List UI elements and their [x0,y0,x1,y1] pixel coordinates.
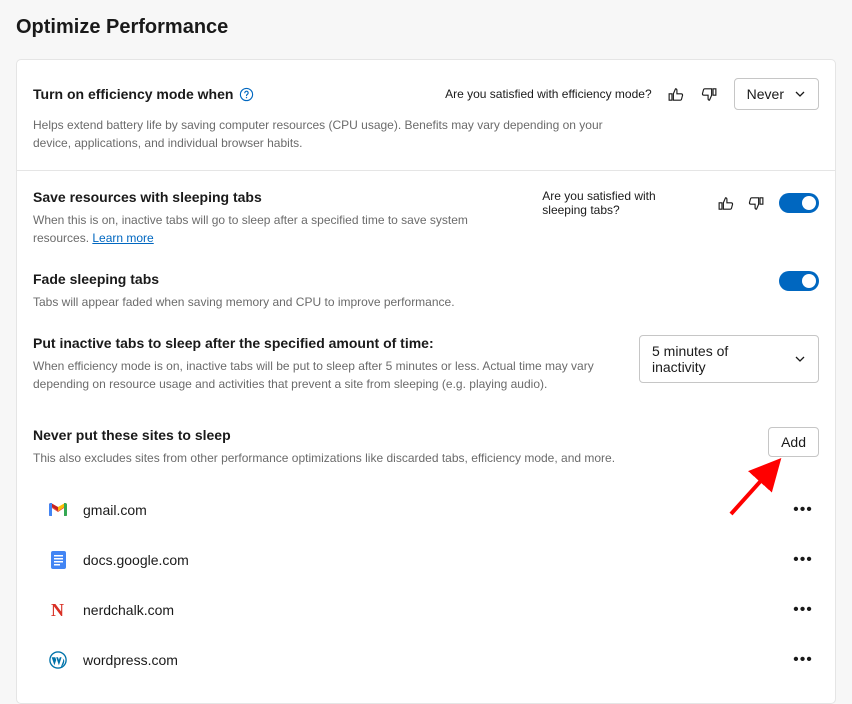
site-row: docs.google.com ••• [33,535,819,585]
sleep-time-select[interactable]: 5 minutes of inactivity [639,335,819,383]
inactive-title: Put inactive tabs to sleep after the spe… [33,335,619,351]
inactive-desc: When efficiency mode is on, inactive tab… [33,357,619,393]
sleeping-title-text: Save resources with sleeping tabs [33,189,262,205]
fade-title: Fade sleeping tabs [33,271,455,287]
learn-more-link[interactable]: Learn more [92,231,153,245]
nerdchalk-icon: N [49,601,67,619]
toggle-knob [802,196,816,210]
sleep-time-value: 5 minutes of inactivity [652,343,784,375]
chevron-down-icon [794,88,806,100]
more-icon[interactable]: ••• [789,596,817,624]
help-icon[interactable] [239,87,254,102]
sleeping-feedback-text: Are you satisfied with sleeping tabs? [542,189,703,217]
site-list: gmail.com ••• docs.google.com ••• [33,485,819,685]
fade-desc: Tabs will appear faded when saving memor… [33,293,455,311]
efficiency-title-text: Turn on efficiency mode when [33,86,233,102]
fade-tabs-toggle[interactable] [779,271,819,291]
more-icon[interactable]: ••• [789,646,817,674]
docs-icon [49,551,67,569]
efficiency-feedback-text: Are you satisfied with efficiency mode? [445,87,652,101]
site-row: gmail.com ••• [33,485,819,535]
thumbs-up-icon[interactable] [666,84,686,104]
site-row: N nerdchalk.com ••• [33,585,819,635]
site-name: wordpress.com [83,652,789,668]
efficiency-mode-select[interactable]: Never [734,78,819,110]
sleeping-desc: When this is on, inactive tabs will go t… [33,211,522,247]
thumbs-down-icon[interactable] [748,193,765,213]
gmail-icon [49,501,67,519]
toggle-knob [802,274,816,288]
site-name: docs.google.com [83,552,789,568]
never-sleep-desc: This also excludes sites from other perf… [33,449,615,467]
add-site-button[interactable]: Add [768,427,819,457]
site-name: nerdchalk.com [83,602,789,618]
wordpress-icon [49,651,67,669]
efficiency-title: Turn on efficiency mode when [33,86,254,102]
chevron-down-icon [794,353,806,365]
more-icon[interactable]: ••• [789,546,817,574]
site-row: wordpress.com ••• [33,635,819,685]
sleeping-tabs-toggle[interactable] [779,193,819,213]
thumbs-up-icon[interactable] [717,193,734,213]
page-title: Optimize Performance [16,16,836,39]
efficiency-select-value: Never [747,86,784,102]
more-icon[interactable]: ••• [789,496,817,524]
thumbs-down-icon[interactable] [700,84,720,104]
site-name: gmail.com [83,502,789,518]
svg-text:N: N [51,602,64,618]
settings-panel: Turn on efficiency mode when Are you sat… [16,59,836,704]
never-sleep-title-text: Never put these sites to sleep [33,427,231,443]
sleeping-tabs-section: Save resources with sleeping tabs When t… [17,171,835,703]
fade-title-text: Fade sleeping tabs [33,271,159,287]
inactive-title-text: Put inactive tabs to sleep after the spe… [33,335,434,351]
efficiency-desc: Helps extend battery life by saving comp… [33,116,633,152]
efficiency-mode-section: Turn on efficiency mode when Are you sat… [17,60,835,171]
never-sleep-title: Never put these sites to sleep [33,427,615,443]
sleeping-title: Save resources with sleeping tabs [33,189,522,205]
